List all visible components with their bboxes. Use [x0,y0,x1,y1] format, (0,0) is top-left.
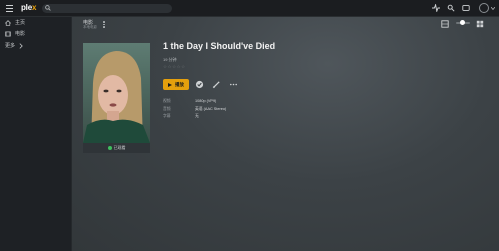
meta-value: 英语 (AAC Stereo) [195,107,227,111]
meta-key: 字幕 [163,114,171,118]
chevron-down-icon[interactable] [491,7,495,10]
film-icon [5,31,11,36]
mark-watched-icon[interactable] [195,80,204,89]
watched-status: 已观看 [83,143,150,153]
more-options-icon[interactable] [103,21,105,28]
sidebar-item-more[interactable]: 更多 [5,41,28,50]
search-input[interactable] [42,4,172,13]
sidebar-item-movies[interactable]: 电影 [5,29,25,38]
meta-audio[interactable]: 音频 英语 (AAC Stereo) [163,107,226,112]
sidebar-item-home[interactable]: 主页 [5,18,25,27]
chevron-right-icon [19,42,23,49]
sidebar-item-label: 更多 [5,43,16,49]
plex-logo[interactable]: plex [21,3,36,12]
menu-icon[interactable] [6,5,13,12]
meta-key: 音频 [163,107,171,111]
grid-icon[interactable] [476,20,484,28]
status-label: 已观看 [113,145,126,150]
edit-icon[interactable] [212,80,221,89]
portrait-image [83,51,150,143]
settings-icon[interactable] [447,4,455,12]
sidebar: 主页 电影 更多 [0,17,72,251]
avatar[interactable] [479,3,489,13]
sidebar-item-label: 主页 [15,20,26,26]
sidebar-item-label: 电影 [15,31,26,37]
cast-icon[interactable] [462,4,470,12]
check-icon [107,146,112,150]
library-subtitle: 本地电影 [83,25,97,29]
filter-icon[interactable] [441,20,449,28]
play-button[interactable]: 播放 [163,79,189,90]
movie-poster[interactable] [83,43,150,143]
movie-title: 1 the Day I Should've Died [163,41,276,51]
meta-subtitles[interactable]: 字幕 无 [163,114,199,119]
meta-video: 视频 1080p (VP9) [163,99,216,104]
rating-stars[interactable]: ☆☆☆☆☆ [163,64,186,70]
play-label: 播放 [175,81,184,87]
meta-value: 1080p (VP9) [195,99,217,103]
top-bar: plex [0,0,499,17]
meta-value: 无 [195,114,199,118]
meta-key: 视频 [163,99,171,103]
play-icon [168,82,172,87]
activity-icon[interactable] [432,4,440,12]
search-icon [45,5,51,11]
more-icon[interactable] [229,80,238,89]
movie-duration: 19 分钟 [163,57,177,62]
home-icon [5,19,11,26]
slider-handle[interactable] [460,20,465,25]
